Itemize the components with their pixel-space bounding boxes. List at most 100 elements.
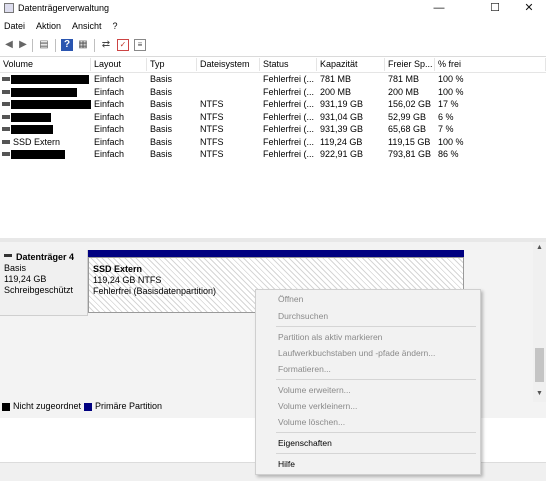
legend-primary-partition: Primäre Partition (95, 401, 163, 411)
cell-kapazitaet: 922,91 GB (320, 149, 364, 159)
legend-unallocated: Nicht zugeordnet (13, 401, 82, 411)
cell-freier-speicher: 793,81 GB (388, 149, 432, 159)
view-icon[interactable]: ▦ (77, 39, 89, 51)
cell-freier-speicher: 200 MB (388, 86, 420, 97)
cell-freier-speicher: 65,68 GB (388, 124, 427, 134)
cell-prozent-frei: 86 % (438, 149, 459, 159)
column-header-status[interactable]: Status (260, 58, 317, 71)
menu-datei[interactable]: Datei (4, 19, 25, 33)
redacted-volume-name (11, 150, 65, 159)
column-header-dateisystem[interactable]: Dateisystem (197, 58, 260, 71)
disk-type: Basis (4, 263, 27, 273)
cell-status: Fehlerfrei (... (263, 111, 315, 122)
cell-layout: Einfach (94, 111, 125, 122)
cell-kapazitaet: 931,39 GB (320, 124, 364, 134)
menu-separator (276, 326, 476, 327)
column-header-prozent-frei[interactable]: % frei (435, 58, 546, 71)
column-header-typ[interactable]: Typ (147, 58, 197, 71)
menu-ansicht[interactable]: Ansicht (72, 19, 102, 33)
table-row[interactable]: Einfach Basis NTFS Fehlerfrei (... 931,1… (0, 98, 546, 111)
table-row[interactable]: Einfach Basis NTFS Fehlerfrei (... 922,9… (0, 148, 546, 161)
cell-volume: SSD Extern (13, 136, 61, 147)
cell-prozent-frei: 7 % (438, 124, 454, 134)
cell-dateisystem: NTFS (200, 149, 224, 159)
table-header: Volume Layout Typ Dateisystem Status Kap… (0, 58, 546, 73)
drive-icon (2, 139, 10, 144)
connect-icon[interactable]: ⇄ (100, 39, 112, 51)
menu-separator (276, 432, 476, 433)
menu-item-volume-loeschen[interactable]: Volume löschen... (278, 417, 345, 427)
volume-table: Volume Layout Typ Dateisystem Status Kap… (0, 58, 546, 161)
properties-icon[interactable]: ▤ (38, 39, 50, 51)
cell-prozent-frei: 100 % (438, 74, 464, 84)
primary-partition-swatch (84, 403, 92, 411)
menu-item-laufwerkbuchstaben[interactable]: Laufwerkbuchstaben und -pfade ändern... (278, 348, 435, 358)
redacted-volume-name (11, 75, 89, 84)
toolbar: ◀ ▶ ▤ ? ▦ ⇄ ✓ ≡ (0, 36, 546, 57)
cell-status: Fehlerfrei (... (263, 136, 315, 147)
partition-color-bar (88, 250, 464, 257)
menu-item-hilfe[interactable]: Hilfe (278, 459, 295, 469)
partition-status: Fehlerfrei (Basisdatenpartition) (93, 286, 217, 296)
cell-freier-speicher: 52,99 GB (388, 111, 427, 122)
menu-item-durchsuchen[interactable]: Durchsuchen (278, 311, 328, 321)
cell-layout: Einfach (94, 99, 125, 109)
back-arrow-icon[interactable]: ◀ (3, 39, 15, 51)
cell-typ: Basis (150, 136, 173, 147)
cell-freier-speicher: 156,02 GB (388, 99, 432, 109)
context-menu: Öffnen Durchsuchen Partition als aktiv m… (255, 289, 481, 475)
cell-typ: Basis (150, 99, 173, 109)
table-row[interactable]: Einfach Basis Fehlerfrei (... 781 MB 781… (0, 73, 546, 86)
menu-item-eigenschaften[interactable]: Eigenschaften (278, 438, 332, 448)
cell-dateisystem: NTFS (200, 111, 224, 122)
cell-prozent-frei: 100 % (438, 86, 464, 97)
cell-layout: Einfach (94, 86, 125, 97)
menu-help[interactable]: ? (113, 19, 118, 33)
cell-layout: Einfach (94, 149, 125, 159)
check-icon[interactable]: ✓ (117, 39, 129, 51)
table-row[interactable]: Einfach Basis NTFS Fehlerfrei (... 931,3… (0, 123, 546, 136)
cell-status: Fehlerfrei (... (263, 74, 315, 84)
scroll-up-icon[interactable]: ▲ (533, 244, 546, 251)
menu-bar: Datei Aktion Ansicht? (0, 19, 546, 33)
window-title: Datenträgerverwaltung (18, 3, 110, 13)
forward-arrow-icon[interactable]: ▶ (17, 39, 29, 51)
vertical-scrollbar[interactable]: ▲ ▼ (533, 242, 546, 402)
cell-dateisystem: NTFS (200, 124, 224, 134)
disk-management-icon (4, 3, 14, 13)
cell-layout: Einfach (94, 136, 125, 147)
redacted-volume-name (11, 112, 51, 122)
partition-name: SSD Extern (93, 264, 143, 274)
cell-layout: Einfach (94, 124, 125, 134)
cell-freier-speicher: 119,15 GB (388, 136, 431, 147)
disk-state: Schreibgeschützt (4, 285, 74, 295)
minimize-button[interactable]: — (424, 0, 454, 17)
cell-prozent-frei: 100 % (438, 136, 464, 147)
cell-typ: Basis (150, 149, 173, 159)
column-header-kapazitaet[interactable]: Kapazität (317, 58, 385, 71)
partition-size: 119,24 GB NTFS (93, 275, 162, 285)
disk-info-panel[interactable]: Datenträger 4 Basis 119,24 GB Schreibges… (0, 250, 88, 316)
scroll-down-icon[interactable]: ▼ (533, 390, 546, 397)
menu-item-volume-verkleinern[interactable]: Volume verkleinern... (278, 401, 357, 411)
close-button[interactable]: ✕ (514, 0, 544, 17)
table-row[interactable]: SSD Extern Einfach Basis NTFS Fehlerfrei… (0, 136, 546, 149)
column-header-volume[interactable]: Volume (0, 58, 91, 71)
menu-aktion[interactable]: Aktion (36, 19, 61, 33)
menu-item-oeffnen[interactable]: Öffnen (278, 294, 303, 304)
list-icon[interactable]: ≡ (134, 39, 146, 51)
menu-item-partition-aktiv[interactable]: Partition als aktiv markieren (278, 332, 382, 342)
scrollbar-thumb[interactable] (535, 348, 544, 382)
title-bar: Datenträgerverwaltung — ☐ ✕ (0, 0, 546, 17)
cell-typ: Basis (150, 111, 173, 122)
table-row[interactable]: Einfach Basis Fehlerfrei (... 200 MB 200… (0, 86, 546, 99)
cell-typ: Basis (150, 124, 173, 134)
maximize-button[interactable]: ☐ (480, 0, 510, 17)
help-icon[interactable]: ? (61, 39, 73, 51)
menu-item-formatieren[interactable]: Formatieren... (278, 364, 331, 374)
cell-typ: Basis (150, 74, 173, 84)
column-header-freier-speicher[interactable]: Freier Sp... (385, 58, 435, 71)
table-row[interactable]: Einfach Basis NTFS Fehlerfrei (... 931,0… (0, 111, 546, 124)
column-header-layout[interactable]: Layout (91, 58, 147, 71)
menu-item-volume-erweitern[interactable]: Volume erweitern... (278, 385, 351, 395)
